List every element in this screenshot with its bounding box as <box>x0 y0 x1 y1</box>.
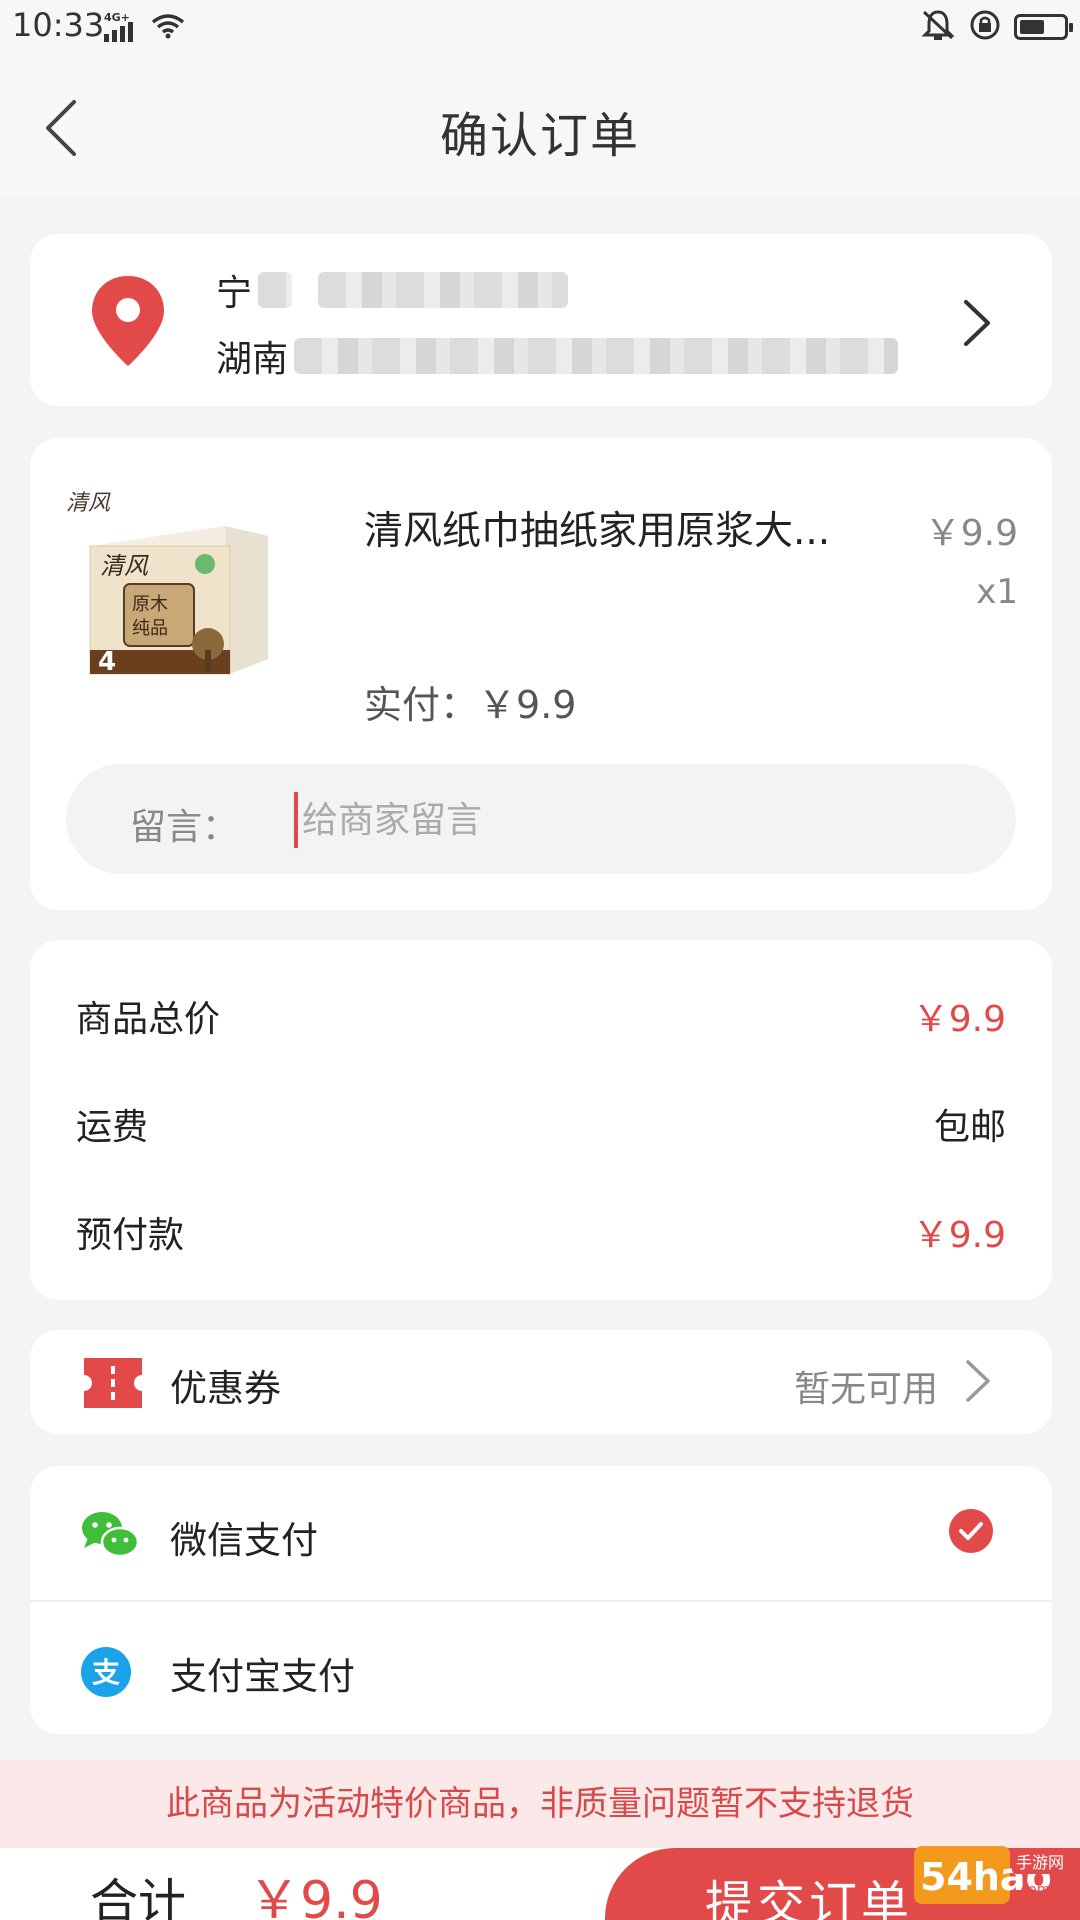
status-time: 10:33 <box>12 6 105 44</box>
address-detail: 湖南 <box>216 330 899 382</box>
network-type-label: 4G+ <box>104 11 130 24</box>
message-input[interactable] <box>294 792 984 848</box>
navigation-bar: 确认订单 <box>0 56 1080 198</box>
payment-label: 微信支付 <box>170 1519 318 1562</box>
price-summary-card: 商品总价 ￥9.9 运费 包邮 预付款 ￥9.9 <box>30 940 1052 1300</box>
coupon-status: 暂无可用 <box>793 1369 938 1410</box>
mute-icon <box>920 8 956 46</box>
signal-icon: 4G+ <box>104 10 148 48</box>
rotation-lock-icon <box>968 8 1002 46</box>
notice-text: 此商品为活动特价商品，非质量问题暂不支持退货 <box>166 1784 914 1824</box>
battery-icon <box>1014 14 1073 40</box>
submit-order-label: 提交订单 <box>705 1876 914 1920</box>
recipient-name-text: 宁 <box>216 273 253 314</box>
address-card[interactable]: 宁 湖南 <box>30 234 1052 406</box>
summary-value: ￥9.9 <box>912 1215 1006 1256</box>
redacted-address <box>294 338 899 374</box>
address-detail-text: 湖南 <box>216 339 289 380</box>
product-image[interactable]: 清风 清风 原木 纯品 4 <box>60 484 278 712</box>
product-price: ￥9.9 <box>924 513 1018 554</box>
summary-label: 商品总价 <box>76 999 221 1040</box>
summary-value: ￥9.9 <box>912 999 1006 1040</box>
svg-text:纯品: 纯品 <box>132 618 168 639</box>
svg-text:清风: 清风 <box>66 491 111 516</box>
summary-label: 运费 <box>76 1107 149 1148</box>
checkmark-icon <box>948 1508 994 1558</box>
summary-row-shipping: 运费 包邮 <box>76 1090 1006 1150</box>
return-policy-notice: 此商品为活动特价商品，非质量问题暂不支持退货 <box>0 1760 1080 1848</box>
redacted-phone <box>318 272 569 308</box>
watermark-logo: 54hao 手游网 .com.cn <box>912 1840 1072 1910</box>
page-title: 确认订单 <box>439 108 640 164</box>
svg-text:.com.cn: .com.cn <box>1016 1882 1071 1898</box>
alipay-icon: 支 <box>80 1646 132 1702</box>
svg-text:4: 4 <box>98 647 116 677</box>
redacted-text <box>258 272 293 308</box>
status-bar: 10:33 4G+ <box>0 0 1080 56</box>
svg-text:支: 支 <box>92 1656 120 1689</box>
chevron-right-icon <box>964 1358 992 1408</box>
total-value: ￥9.9 <box>248 1871 383 1920</box>
summary-label: 预付款 <box>76 1215 185 1256</box>
svg-text:清风: 清风 <box>100 552 149 580</box>
chevron-right-icon <box>962 298 992 352</box>
summary-row-goods-total: 商品总价 ￥9.9 <box>76 982 1006 1042</box>
payment-option-wechat[interactable]: 微信支付 <box>30 1466 1052 1600</box>
svg-text:手游网: 手游网 <box>1016 1853 1064 1872</box>
wifi-icon <box>150 12 186 44</box>
product-quantity: x1 <box>976 572 1018 612</box>
payment-label: 支付宝支付 <box>170 1655 355 1698</box>
wechat-pay-icon <box>80 1510 140 1564</box>
total-label: 合计 <box>90 1874 187 1920</box>
coupon-icon <box>84 1358 142 1412</box>
paid-label: 实付： <box>364 683 479 727</box>
svg-text:原木: 原木 <box>132 594 168 615</box>
payment-methods: 微信支付 支 支付宝支付 <box>30 1466 1052 1734</box>
coupon-label: 优惠券 <box>170 1367 281 1410</box>
payment-option-alipay[interactable]: 支 支付宝支付 <box>30 1600 1052 1736</box>
recipient-name: 宁 <box>216 264 569 316</box>
paid-value: ￥9.9 <box>478 683 577 727</box>
summary-row-prepayment: 预付款 ￥9.9 <box>76 1198 1006 1258</box>
product-card: 清风 清风 原木 纯品 4 清风纸巾抽纸家用原浆大... ￥9.9 x1 实付：… <box>30 438 1052 910</box>
paid-amount: 实付：￥9.9 <box>364 674 576 729</box>
message-box[interactable]: 留言： <box>66 764 1016 874</box>
message-label: 留言： <box>130 807 239 848</box>
product-title[interactable]: 清风纸巾抽纸家用原浆大... <box>364 500 884 556</box>
summary-value: 包邮 <box>933 1107 1006 1148</box>
coupon-row[interactable]: 优惠券 暂无可用 <box>30 1330 1052 1434</box>
location-pin-icon <box>88 274 168 372</box>
